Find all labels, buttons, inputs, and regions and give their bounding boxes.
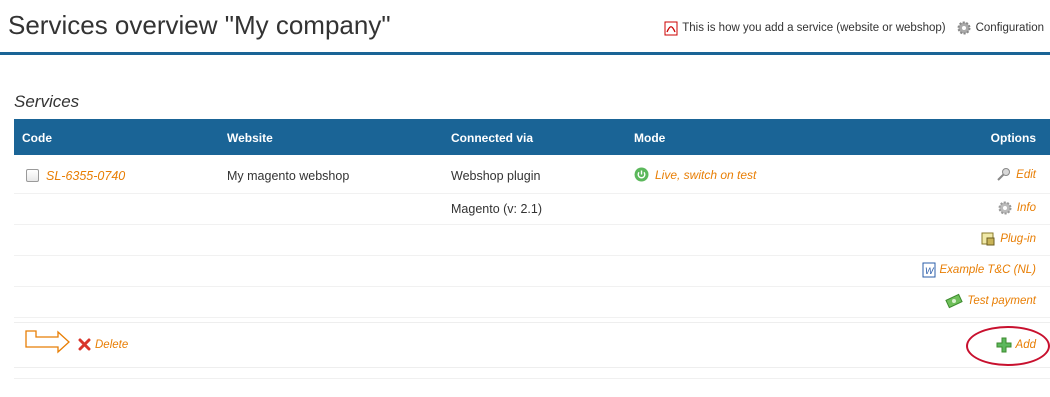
page-title: Services overview "My company": [8, 10, 391, 40]
col-options: Options: [990, 131, 1036, 145]
edit-option[interactable]: Edit: [996, 167, 1036, 183]
delete-label: Delete: [95, 338, 129, 351]
col-connected-via: Connected via: [451, 131, 534, 145]
info-option[interactable]: Info: [997, 200, 1036, 216]
table-row: Plug-in: [14, 225, 1050, 256]
header-links: This is how you add a service (website o…: [664, 20, 1044, 36]
row-checkbox[interactable]: [26, 169, 39, 182]
col-code: Code: [22, 131, 52, 145]
arrow-icon: [25, 330, 70, 354]
help-link[interactable]: This is how you add a service (website o…: [664, 21, 946, 36]
info-label: Info: [1016, 202, 1036, 214]
col-website: Website: [227, 131, 273, 145]
gear-icon: [998, 201, 1012, 215]
service-code-link[interactable]: SL-6355-0740: [46, 169, 125, 183]
configuration-link[interactable]: Configuration: [956, 20, 1044, 36]
add-highlight-ellipse: [966, 326, 1050, 366]
delete-button[interactable]: Delete: [78, 338, 128, 351]
page-header: Services overview "My company" This is h…: [0, 0, 1050, 55]
col-mode: Mode: [634, 131, 666, 145]
money-icon: [945, 293, 964, 309]
table-row: Test payment: [14, 287, 1050, 318]
table-row: W Example T&C (NL): [14, 256, 1050, 287]
pdf-icon: [664, 21, 678, 35]
services-table: Code Website Connected via Mode Options …: [14, 119, 1050, 318]
configuration-label: Configuration: [975, 22, 1044, 34]
table-footer: Delete Add: [14, 322, 1050, 368]
word-doc-icon: W: [922, 262, 935, 278]
table-row: Magento (v: 2.1) Info: [14, 194, 1050, 225]
mode-label: Live, switch on test: [655, 167, 757, 182]
edit-label: Edit: [1016, 169, 1036, 181]
section-title: Services: [14, 92, 80, 111]
help-link-label: This is how you add a service (website o…: [682, 22, 946, 34]
website-name: My magento webshop: [227, 169, 350, 183]
mode-toggle[interactable]: Live, switch on test: [634, 167, 756, 182]
delete-x-icon: [78, 338, 91, 351]
plugin-icon: [981, 232, 995, 246]
power-icon: [634, 167, 649, 182]
plugin-option[interactable]: Plug-in: [980, 231, 1036, 247]
divider: [14, 378, 1050, 379]
example-tc-label: Example T&C (NL): [939, 264, 1037, 276]
key-icon: [997, 168, 1011, 181]
connected-version: Magento (v: 2.1): [451, 202, 543, 216]
table-row: SL-6355-0740 My magento webshop Webshop …: [14, 155, 1050, 194]
test-payment-option[interactable]: Test payment: [945, 293, 1036, 309]
example-tc-option[interactable]: W Example T&C (NL): [922, 262, 1037, 278]
gear-icon: [957, 21, 971, 35]
plugin-label: Plug-in: [1000, 233, 1036, 245]
connected-via: Webshop plugin: [451, 169, 541, 183]
test-payment-label: Test payment: [967, 295, 1036, 307]
table-header: Code Website Connected via Mode Options: [14, 119, 1050, 155]
